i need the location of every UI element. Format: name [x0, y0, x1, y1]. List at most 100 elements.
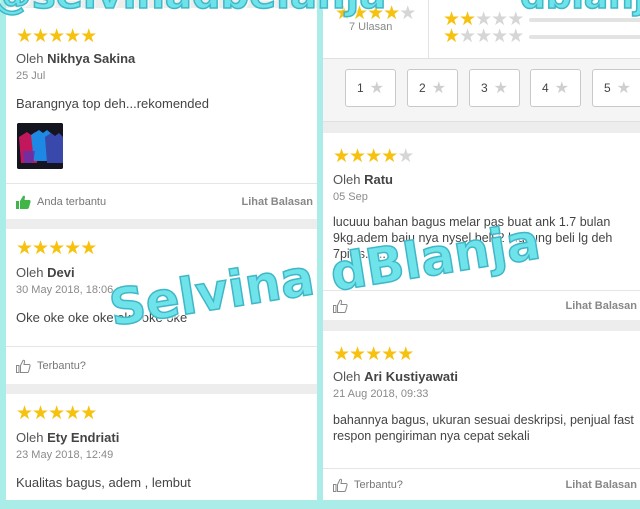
star-icon: ★ [349, 146, 366, 167]
chip-label: 1 [356, 81, 364, 95]
helpful-button[interactable]: Terbantu? [333, 478, 403, 492]
star-icon: ★ [365, 344, 382, 365]
star-icon: ★ [16, 403, 33, 424]
review-photo-thumbnail[interactable] [17, 123, 63, 169]
left-review-panel: ★ ★ ★ ★ ★ Oleh Nikhya Sakina 25 Jul Barangny… [6, 0, 317, 500]
thumbs-up-outline-icon [16, 359, 31, 373]
rating-stars: ★ ★ ★ ★ ★ [333, 344, 414, 365]
star-icon: ★ [507, 26, 524, 47]
star-icon: ★ [399, 3, 416, 24]
review-author: Oleh Nikhya Sakina [16, 51, 135, 66]
rating-bar-track [529, 34, 640, 39]
star-icon: ★ [48, 403, 65, 424]
review-card: ★ ★ ★ ★ ★ Oleh Ratu 05 Sep lucuuu bahan bagu… [323, 133, 640, 320]
author-name: Ratu [364, 172, 393, 187]
star-icon: ★ [381, 344, 398, 365]
thumbs-up-outline-icon [333, 299, 348, 313]
star-icon: ★ [381, 146, 398, 167]
helpful-label: Terbantu? [354, 478, 403, 491]
right-review-panel: ★ ★ ★ ★ ★ 7 Ulasan ★ ★ ★ ★ ★ ★ ★ ★ ★ ★ 1 ★ 2 ★ 3 ★ 4 ★ 5… [323, 0, 640, 500]
star-icon: ★ [64, 26, 81, 47]
star-icon: ★ [431, 80, 447, 97]
chip-label: 3 [480, 81, 488, 95]
filter-chip-5[interactable]: 5 ★ [592, 69, 640, 107]
rating-bar-track [529, 17, 640, 22]
review-text: Barangnya top deh...rekomended [16, 96, 209, 111]
chip-label: 5 [603, 81, 611, 95]
rating-stars: ★ ★ ★ ★ ★ [16, 26, 97, 47]
helpful-button[interactable]: Anda terbantu [16, 195, 106, 209]
review-date: 05 Sep [333, 191, 368, 203]
review-card: ★ ★ ★ ★ ★ Oleh Ari Kustiyawati 21 Aug 2018, … [323, 331, 640, 500]
star-icon: ★ [616, 80, 632, 97]
author-prefix: Oleh [16, 265, 44, 280]
author-prefix: Oleh [333, 172, 361, 187]
star-icon: ★ [443, 26, 460, 47]
star-icon: ★ [365, 146, 382, 167]
chip-label: 4 [541, 81, 549, 95]
thumbs-up-icon [16, 195, 31, 209]
review-card: ★ ★ ★ ★ ★ Oleh Nikhya Sakina 25 Jul Barangny… [6, 8, 317, 219]
rating-stars: ★ ★ ★ ★ ★ [16, 403, 97, 424]
author-prefix: Oleh [333, 369, 361, 384]
filter-chip-2[interactable]: 2 ★ [407, 69, 458, 107]
author-name: Ety Endriati [47, 430, 120, 445]
star-icon: ★ [48, 26, 65, 47]
author-prefix: Oleh [16, 430, 44, 445]
review-date: 30 May 2018, 18:06 [16, 284, 114, 296]
filter-chip-4[interactable]: 4 ★ [530, 69, 581, 107]
author-name: Ari Kustiyawati [364, 369, 459, 384]
star-icon: ★ [64, 238, 81, 259]
filter-chip-3[interactable]: 3 ★ [469, 69, 520, 107]
star-icon: ★ [16, 238, 33, 259]
rating-bar-1: ★ ★ ★ ★ ★ [443, 27, 640, 46]
review-footer: Anda terbantu Lihat Balasan [6, 183, 317, 219]
view-reply-link[interactable]: Lihat Balasan [565, 300, 637, 312]
star-icon: ★ [333, 344, 350, 365]
helpful-button[interactable]: Terbantu? [16, 359, 86, 373]
star-icon: ★ [80, 26, 97, 47]
rating-stars: ★ ★ ★ ★ ★ [333, 146, 414, 167]
review-date: 25 Jul [16, 70, 46, 82]
view-reply-link[interactable]: Lihat Balasan [565, 479, 637, 491]
review-author: Oleh Ratu [333, 172, 393, 187]
author-prefix: Oleh [16, 51, 44, 66]
review-card: ★ ★ ★ ★ ★ Oleh Devi 30 May 2018, 18:06 Oke o… [6, 229, 317, 384]
star-icon: ★ [32, 238, 49, 259]
star-icon: ★ [32, 26, 49, 47]
review-text: Kualitas bagus, adem , lembut [16, 475, 191, 490]
star-icon: ★ [32, 403, 49, 424]
bar-stars: ★ ★ ★ ★ ★ [443, 26, 524, 47]
review-author: Oleh Ety Endriati [16, 430, 119, 445]
review-card: ★ ★ ★ ★ ★ Oleh Ety Endriati 23 May 2018, 12:… [6, 394, 317, 500]
star-icon: ★ [333, 146, 350, 167]
star-icon: ★ [80, 238, 97, 259]
clothing-photo-icon [17, 123, 63, 169]
view-reply-link[interactable]: Lihat Balasan [241, 196, 313, 208]
review-date: 23 May 2018, 12:49 [16, 449, 114, 461]
rating-summary: ★ ★ ★ ★ ★ 7 Ulasan ★ ★ ★ ★ ★ ★ ★ ★ ★ ★ [323, 0, 640, 58]
review-text: lucuuu bahan bagus melar pas buat ank 1.… [333, 215, 613, 261]
star-icon: ★ [459, 26, 476, 47]
star-icon: ★ [349, 344, 366, 365]
author-name: Devi [47, 265, 75, 280]
star-icon: ★ [369, 80, 385, 97]
star-icon: ★ [80, 403, 97, 424]
filter-chip-1[interactable]: 1 ★ [345, 69, 396, 107]
helpful-button[interactable] [333, 299, 354, 313]
star-icon: ★ [397, 344, 414, 365]
review-text: Oke oke oke oke oke oke oke [16, 310, 188, 325]
review-author: Oleh Ari Kustiyawati [333, 369, 458, 384]
review-count: 7 Ulasan [349, 21, 393, 33]
review-footer: Terbantu? [6, 346, 317, 384]
star-icon: ★ [16, 26, 33, 47]
star-icon: ★ [475, 26, 492, 47]
star-icon: ★ [48, 238, 65, 259]
chip-label: 2 [418, 81, 426, 95]
review-date: 21 Aug 2018, 09:33 [333, 388, 429, 400]
review-text: bahannya bagus, ukuran sesuai deskripsi,… [333, 413, 634, 443]
thumbs-up-outline-icon [333, 478, 348, 492]
star-icon: ★ [397, 146, 414, 167]
star-icon: ★ [64, 403, 81, 424]
star-icon: ★ [554, 80, 570, 97]
